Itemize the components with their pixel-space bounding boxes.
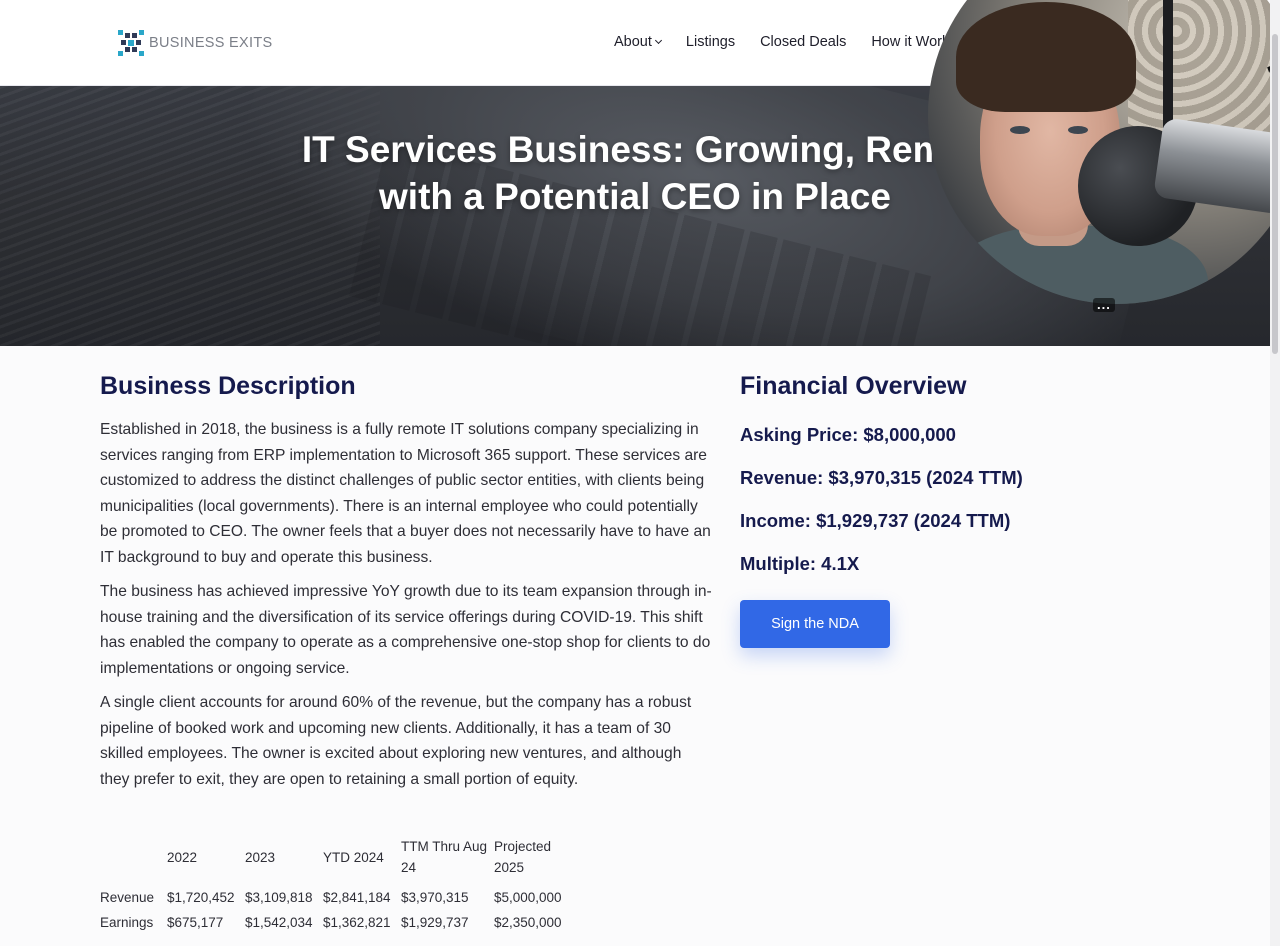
webcam-eye-right	[1068, 126, 1088, 134]
table-cell: $1,720,452	[167, 890, 235, 905]
webcam-menu-icon[interactable]: ...	[1093, 298, 1115, 312]
table-cell: $3,970,315	[401, 890, 469, 905]
business-description-section: Business Description Established in 2018…	[100, 372, 715, 801]
nav-about[interactable]: About	[614, 34, 662, 50]
page-title-line-1: IT Services Business: Growing, Remo	[301, 129, 969, 170]
webcam-person-hair	[956, 2, 1136, 112]
description-paragraph: Established in 2018, the business is a f…	[100, 421, 711, 566]
main-nav: About Listings Closed Deals How it Work	[614, 34, 974, 50]
webcam-eye-left	[1010, 126, 1030, 134]
multiple-figure: Multiple: 4.1X	[740, 553, 860, 574]
financial-overview-heading: Financial Overview	[740, 372, 967, 400]
financial-overview-section: Financial Overview Asking Price: $8,000,…	[740, 372, 1160, 648]
table-row: Revenue $1,720,452 $3,109,818 $2,841,184…	[100, 885, 584, 910]
table-header-row: 2022 2023 YTD 2024 TTM Thru Aug 24 Proje…	[100, 836, 584, 885]
table-header-cell: YTD 2024	[323, 849, 384, 865]
table-header-cell: Projected 2025	[494, 839, 552, 875]
table-cell: $2,350,000	[494, 915, 562, 930]
nav-about-label: About	[614, 34, 652, 50]
description-paragraph: The business has achieved impressive YoY…	[100, 583, 712, 677]
nav-listings[interactable]: Listings	[686, 34, 735, 50]
business-description-heading: Business Description	[100, 372, 356, 400]
table-cell: $5,000,000	[494, 890, 562, 905]
nav-closed-deals-label: Closed Deals	[760, 34, 847, 50]
nav-how-it-works[interactable]: How it Work	[871, 34, 949, 50]
table-cell: $2,841,184	[323, 890, 391, 905]
table-row: Earnings $675,177 $1,542,034 $1,362,821 …	[100, 910, 584, 935]
logo[interactable]: BUSINESS EXITS	[118, 30, 272, 56]
revenue-figure: Revenue: $3,970,315 (2024 TTM)	[740, 467, 1023, 488]
table-cell: $1,929,737	[401, 915, 469, 930]
table-cell: $1,542,034	[245, 915, 313, 930]
webcam-overlay[interactable]	[928, 0, 1280, 304]
nav-how-it-works-label: How it Work	[871, 34, 950, 50]
page-scrollbar[interactable]	[1270, 0, 1280, 946]
table-header-cell	[100, 836, 167, 885]
income-figure: Income: $1,929,737 (2024 TTM)	[740, 510, 1011, 531]
logo-icon	[118, 30, 144, 56]
nav-listings-label: Listings	[685, 34, 736, 50]
asking-price: Asking Price: $8,000,000	[740, 424, 956, 445]
sign-nda-button[interactable]: Sign the NDA	[740, 600, 890, 648]
scrollbar-thumb[interactable]	[1272, 34, 1278, 354]
table-cell: $675,177	[167, 915, 224, 930]
table-header-cell: 2023	[245, 849, 276, 865]
page-title-line-2: with a Potential CEO in Place	[379, 176, 891, 217]
table-cell: $3,109,818	[245, 890, 313, 905]
table-header-cell: TTM Thru Aug 24	[401, 839, 488, 875]
table-header-cell: 2022	[167, 849, 198, 865]
logo-text: BUSINESS EXITS	[149, 35, 273, 51]
webcam-background	[1128, 0, 1280, 136]
table-cell: Earnings	[100, 915, 154, 930]
financials-table: 2022 2023 YTD 2024 TTM Thru Aug 24 Proje…	[100, 836, 584, 935]
table-cell: Revenue	[100, 890, 155, 905]
description-paragraph: A single client accounts for around 60% …	[100, 694, 692, 788]
nav-closed-deals[interactable]: Closed Deals	[760, 34, 846, 50]
chevron-down-icon	[654, 36, 662, 45]
table-cell: $1,362,821	[323, 915, 391, 930]
